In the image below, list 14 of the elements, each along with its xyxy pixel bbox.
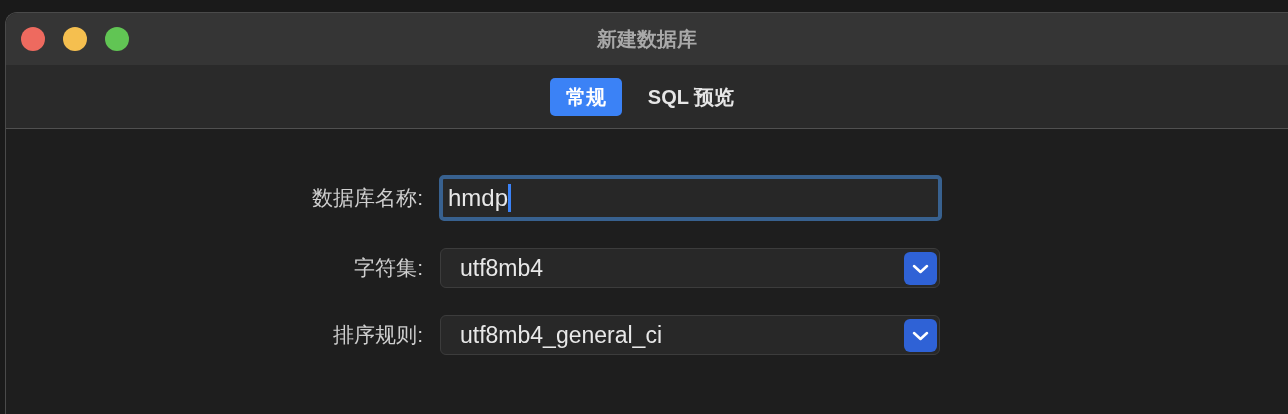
chevron-down-icon — [904, 251, 937, 285]
field-label: 排序规则: — [332, 322, 424, 349]
field-label: 数据库名称: — [311, 185, 424, 212]
dropdown[interactable]: utf8mb4_general_ci — [440, 315, 940, 355]
input-field[interactable]: hmdp — [439, 175, 942, 221]
chevron-down-icon — [904, 318, 937, 352]
window-title: 新建数据库 — [597, 27, 697, 52]
dropdown[interactable]: utf8mb4 — [440, 248, 940, 288]
field-label: 字符集: — [353, 255, 424, 282]
close-icon[interactable] — [20, 26, 46, 52]
zoom-icon[interactable] — [104, 26, 130, 52]
minimize-icon[interactable] — [62, 26, 88, 52]
tab[interactable]: 常规 — [549, 77, 622, 116]
tab[interactable]: SQL 预览 — [637, 77, 745, 116]
